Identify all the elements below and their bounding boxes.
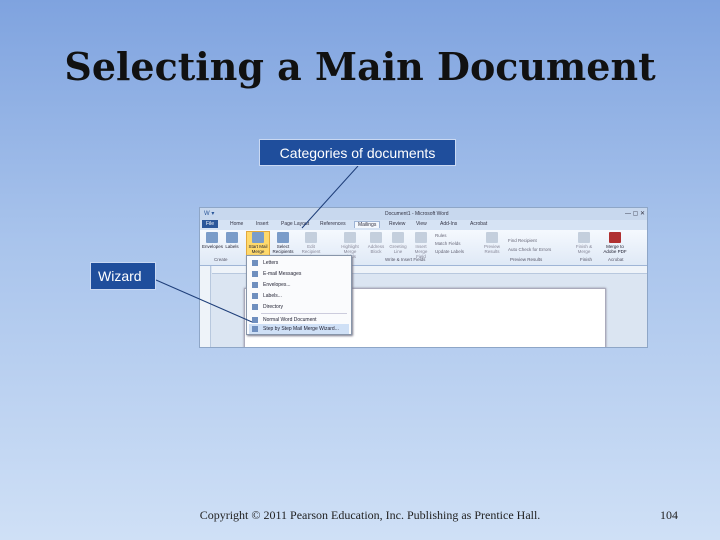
callout-line-categories (301, 165, 359, 229)
callout-line-wizard (155, 279, 253, 323)
callout-categories: Categories of documents (259, 139, 456, 166)
callout-wizard: Wizard (90, 262, 156, 290)
copyright-footer: Copyright © 2011 Pearson Education, Inc.… (199, 508, 541, 522)
page-number: 104 (660, 508, 678, 522)
